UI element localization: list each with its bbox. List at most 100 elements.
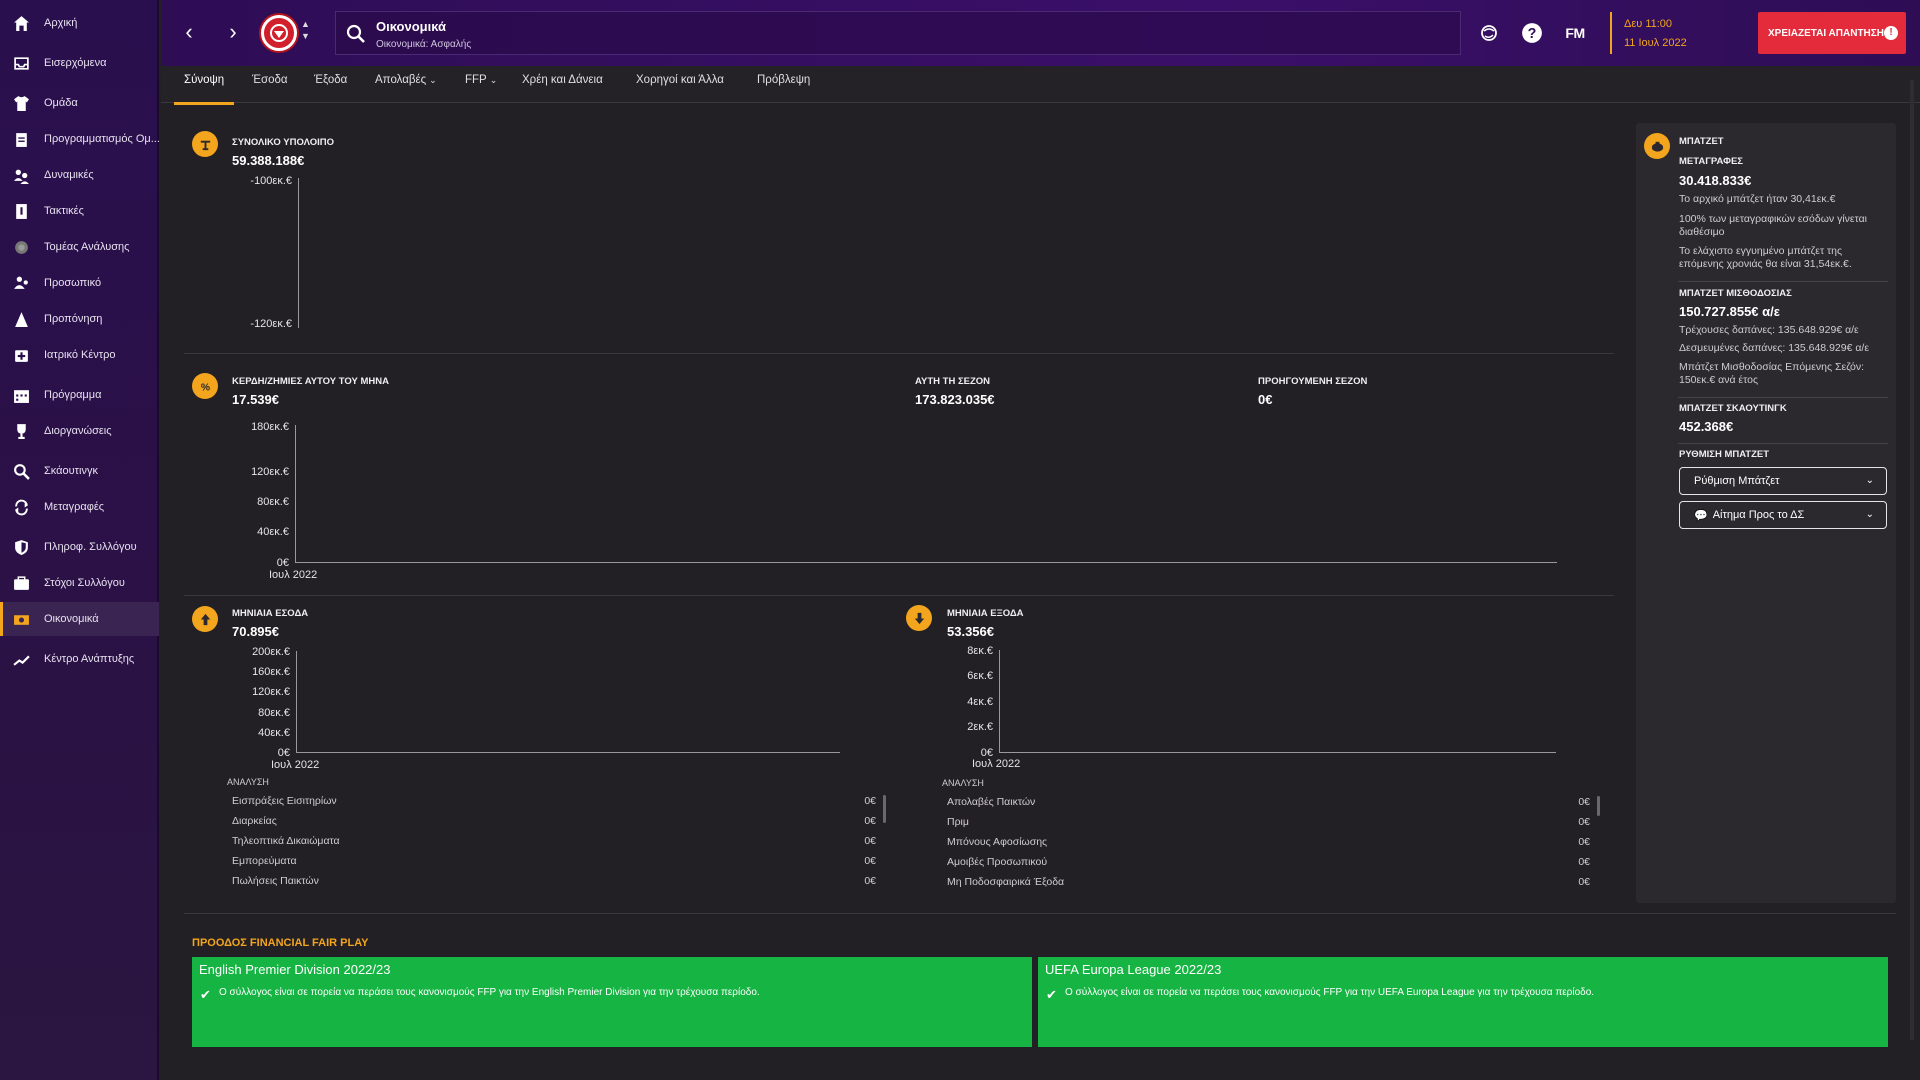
sidebar-item-label: Ιατρικό Κέντρο	[44, 349, 116, 361]
checkmark-icon: ✔	[200, 987, 211, 1002]
income-y-tick: 0€	[277, 747, 290, 759]
shirt-icon	[12, 94, 30, 112]
expenses-chart-x-axis	[999, 752, 1556, 753]
sidebar-item-label: Διοργανώσεις	[44, 425, 112, 437]
monthly-expenses-label: ΜΗΝΙΑΙΑ ΕΞΟΔΑ	[947, 608, 1024, 619]
main-scrollbar[interactable]	[1910, 80, 1914, 1040]
sidebar-item-medical[interactable]: Ιατρικό Κέντρο	[0, 338, 159, 372]
network-globe-icon[interactable]	[1477, 21, 1501, 45]
tab-debts-loans[interactable]: Χρέη και Δάνεια	[522, 74, 603, 98]
sidebar-item-squad-planner[interactable]: Προγραμματισμός Ομ...	[0, 122, 159, 156]
sidebar-item-analysis[interactable]: Τομέας Ανάλυσης	[0, 230, 159, 264]
sidebar-item-label: Τομέας Ανάλυσης	[44, 241, 130, 253]
board-request-button[interactable]: 💬 Αίτημα Προς το ΔΣ ⌄	[1679, 501, 1887, 529]
scouting-icon	[12, 462, 30, 480]
sidebar-item-squad[interactable]: Ομάδα	[0, 86, 159, 120]
tab-wages[interactable]: Απολαβές ⌄	[375, 74, 437, 98]
profit-y-tick: 40εκ.€	[257, 526, 289, 538]
budget-separator	[1678, 281, 1888, 282]
sidebar-item-training[interactable]: Προπόνηση	[0, 302, 159, 336]
expenses-y-tick: 8εκ.€	[967, 645, 993, 657]
profit-loss-icon: %	[192, 373, 218, 399]
sidebar-item-schedule[interactable]: Πρόγραμμα	[0, 378, 159, 412]
profit-y-tick: 180εκ.€	[251, 421, 289, 433]
income-y-tick: 160εκ.€	[252, 666, 290, 678]
sidebar-item-staff[interactable]: Προσωπικό	[0, 266, 159, 300]
adjust-budget-button[interactable]: Ρύθμιση Μπάτζετ ⌄	[1679, 467, 1887, 495]
club-crest[interactable]	[261, 15, 297, 51]
income-y-tick: 120εκ.€	[252, 686, 290, 698]
piggy-bank-icon	[1644, 133, 1670, 159]
sidebar-item-finances[interactable]: Οικονομικά	[0, 602, 159, 636]
date-time[interactable]: Δευ 11:00 11 Ιουλ 2022	[1610, 12, 1744, 54]
response-required-button[interactable]: ΧΡΕΙΑΖΕΤΑΙ ΑΠΑΝΤΗΣΗ !	[1758, 12, 1906, 54]
ffp-card-europa-league[interactable]: UEFA Europa League 2022/23 ✔ Ο σύλλογος …	[1038, 957, 1888, 1047]
income-x-label: Ιουλ 2022	[271, 759, 320, 771]
income-y-tick: 80εκ.€	[258, 707, 290, 719]
sidebar-item-label: Προπόνηση	[44, 313, 103, 325]
wage-budget-value: 150.727.855€ α/ε	[1679, 304, 1780, 319]
sidebar-item-dynamics[interactable]: Δυναμικές	[0, 158, 159, 192]
ffp-card-text: Ο σύλλογος είναι σε πορεία να περάσει το…	[1065, 987, 1595, 998]
sidebar-item-transfers[interactable]: Μεταγραφές	[0, 490, 159, 524]
budget-panel: ΜΠΑΤΖΕΤ ΜΕΤΑΓΡΑΦΕΣ 30.418.833€ Το αρχικό…	[1636, 123, 1896, 903]
sidebar-item-club-vision[interactable]: Στόχοι Συλλόγου	[0, 566, 159, 600]
expense-arrow-down-icon	[906, 605, 932, 631]
previous-season-value: 0€	[1258, 392, 1273, 407]
forward-button[interactable]: ›	[223, 20, 243, 44]
home-icon	[12, 14, 30, 32]
sidebar-item-label: Ομάδα	[44, 97, 78, 109]
section-divider	[184, 595, 1614, 596]
list-item: Τηλεοπτικά Δικαιώματα 0€	[232, 835, 876, 847]
expenses-breakdown-scrollbar[interactable]	[1597, 796, 1600, 816]
sidebar-item-label: Εισερχόμενα	[44, 57, 107, 69]
profit-chart-y-axis	[295, 425, 296, 563]
income-y-tick: 40εκ.€	[258, 727, 290, 739]
sidebar-item-scouting[interactable]: Σκάουτινγκ	[0, 454, 159, 488]
expenses-y-tick: 2εκ.€	[967, 721, 993, 733]
sidebar: Αρχική Εισερχόμενα Ομάδα Προγραμματισμός…	[0, 0, 159, 1080]
sidebar-item-label: Σκάουτινγκ	[44, 465, 98, 477]
club-switch-arrows[interactable]: ▲ ▼	[301, 18, 310, 42]
transfer-note: διαθέσιμο	[1679, 226, 1725, 238]
profit-y-tick: 0€	[276, 557, 289, 569]
transfer-budget-label: ΜΕΤΑΓΡΑΦΕΣ	[1679, 156, 1743, 167]
ffp-card-premier-division[interactable]: English Premier Division 2022/23 ✔ Ο σύλ…	[192, 957, 1032, 1047]
help-icon[interactable]: ?	[1520, 21, 1544, 45]
sidebar-item-competitions[interactable]: Διοργανώσεις	[0, 414, 159, 448]
tab-sponsors[interactable]: Χορηγοί και Άλλα	[636, 74, 724, 98]
section-divider	[184, 353, 1614, 354]
list-item: Μη Ποδοσφαιρικά Έξοδα 0€	[947, 876, 1590, 888]
trophy-icon	[12, 422, 30, 440]
balance-label: ΣΥΝΟΛΙΚΟ ΥΠΟΛΟΙΠΟ	[232, 137, 334, 148]
tab-ffp[interactable]: FFP ⌄	[465, 74, 497, 98]
sidebar-item-label: Μεταγραφές	[44, 501, 105, 513]
sidebar-item-tactics[interactable]: Τακτικές	[0, 194, 159, 228]
back-button[interactable]: ‹	[179, 20, 199, 44]
sidebar-item-club-info[interactable]: Πληροφ. Συλλόγου	[0, 530, 159, 564]
tab-projection[interactable]: Πρόβλεψη	[757, 74, 810, 98]
income-breakdown-scrollbar[interactable]	[883, 795, 886, 823]
vision-icon	[12, 574, 30, 592]
tab-overview[interactable]: Σύνοψη	[173, 74, 235, 105]
speech-bubble-icon: 💬	[1694, 509, 1708, 522]
tab-expenditure[interactable]: Έξοδα	[314, 74, 347, 98]
development-icon	[12, 650, 30, 668]
chevron-down-icon: ⌄	[1865, 475, 1874, 486]
sidebar-item-label: Οικονομικά	[44, 613, 99, 625]
monthly-income-label: ΜΗΝΙΑΙΑ ΕΣΟΔΑ	[232, 608, 309, 619]
sidebar-item-home[interactable]: Αρχική	[0, 6, 159, 40]
sidebar-item-development-centre[interactable]: Κέντρο Ανάπτυξης	[0, 642, 159, 676]
tab-income[interactable]: Έσοδα	[252, 74, 288, 98]
list-item: Διαρκείας 0€	[232, 815, 876, 827]
search-bar[interactable]: Οικονομικά Οικονομικά: Ασφαλής	[335, 11, 1461, 55]
list-item: Πωλήσεις Παικτών 0€	[232, 875, 876, 887]
budget-title: ΜΠΑΤΖΕΤ	[1679, 136, 1724, 147]
income-arrow-up-icon	[192, 606, 218, 632]
fm-logo[interactable]: FM	[1563, 21, 1587, 45]
monthly-profit-label: ΚΕΡΔΗ/ΖΗΜΙΕΣ ΑΥΤΟΥ ΤΟΥ ΜΗΝΑ	[232, 376, 389, 387]
budget-separator	[1678, 443, 1888, 444]
scouting-budget-value: 452.368€	[1679, 419, 1734, 434]
sidebar-item-inbox[interactable]: Εισερχόμενα	[0, 46, 159, 80]
season-profit-label: ΑΥΤΗ ΤΗ ΣΕΖΟΝ	[915, 376, 991, 387]
